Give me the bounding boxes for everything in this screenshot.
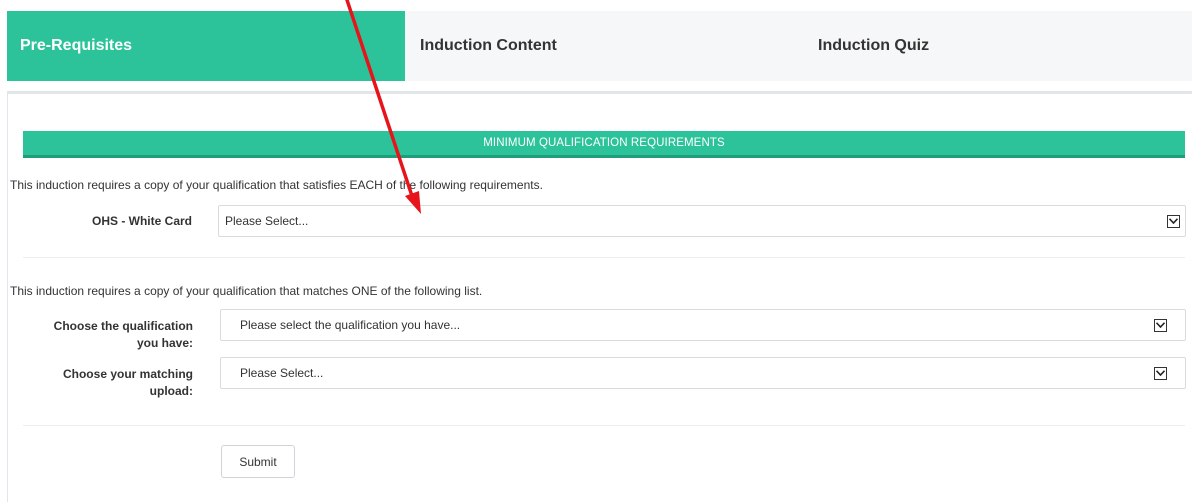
ohs-white-card-select[interactable]: Please Select... [218,205,1186,237]
tab-induction-quiz[interactable]: Induction Quiz [818,11,929,81]
divider [23,257,1185,258]
chevron-down-icon [1154,318,1167,332]
chevron-down-icon [1154,366,1167,380]
select-value: Please Select... [225,214,309,228]
tab-label: Pre-Requisites [20,37,133,54]
chevron-down-icon [1167,214,1180,228]
requirements-each-intro: This induction requires a copy of your q… [10,178,543,192]
tab-induction-content[interactable]: Induction Content [420,11,557,81]
requirements-one-intro: This induction requires a copy of your q… [10,284,483,298]
divider [23,425,1185,426]
select-value: Please select the qualification you have… [240,318,461,332]
tab-label: Induction Content [420,37,557,54]
qualification-select[interactable]: Please select the qualification you have… [220,309,1186,341]
tab-pre-requisites[interactable]: Pre-Requisites [7,11,405,81]
ohs-white-card-label: OHS - White Card [91,214,192,228]
matching-upload-select[interactable]: Please Select... [220,357,1186,389]
matching-upload-label: Choose your matching upload: [62,367,193,398]
section-header: MINIMUM QUALIFICATION REQUIREMENTS [23,131,1185,158]
tab-label: Induction Quiz [818,37,930,54]
qualification-label: Choose the qualification you have: [53,319,193,350]
tab-bar: Pre-Requisites Induction Content Inducti… [7,11,1192,81]
select-value: Please Select... [240,366,324,380]
submit-button[interactable]: Submit [221,445,295,478]
